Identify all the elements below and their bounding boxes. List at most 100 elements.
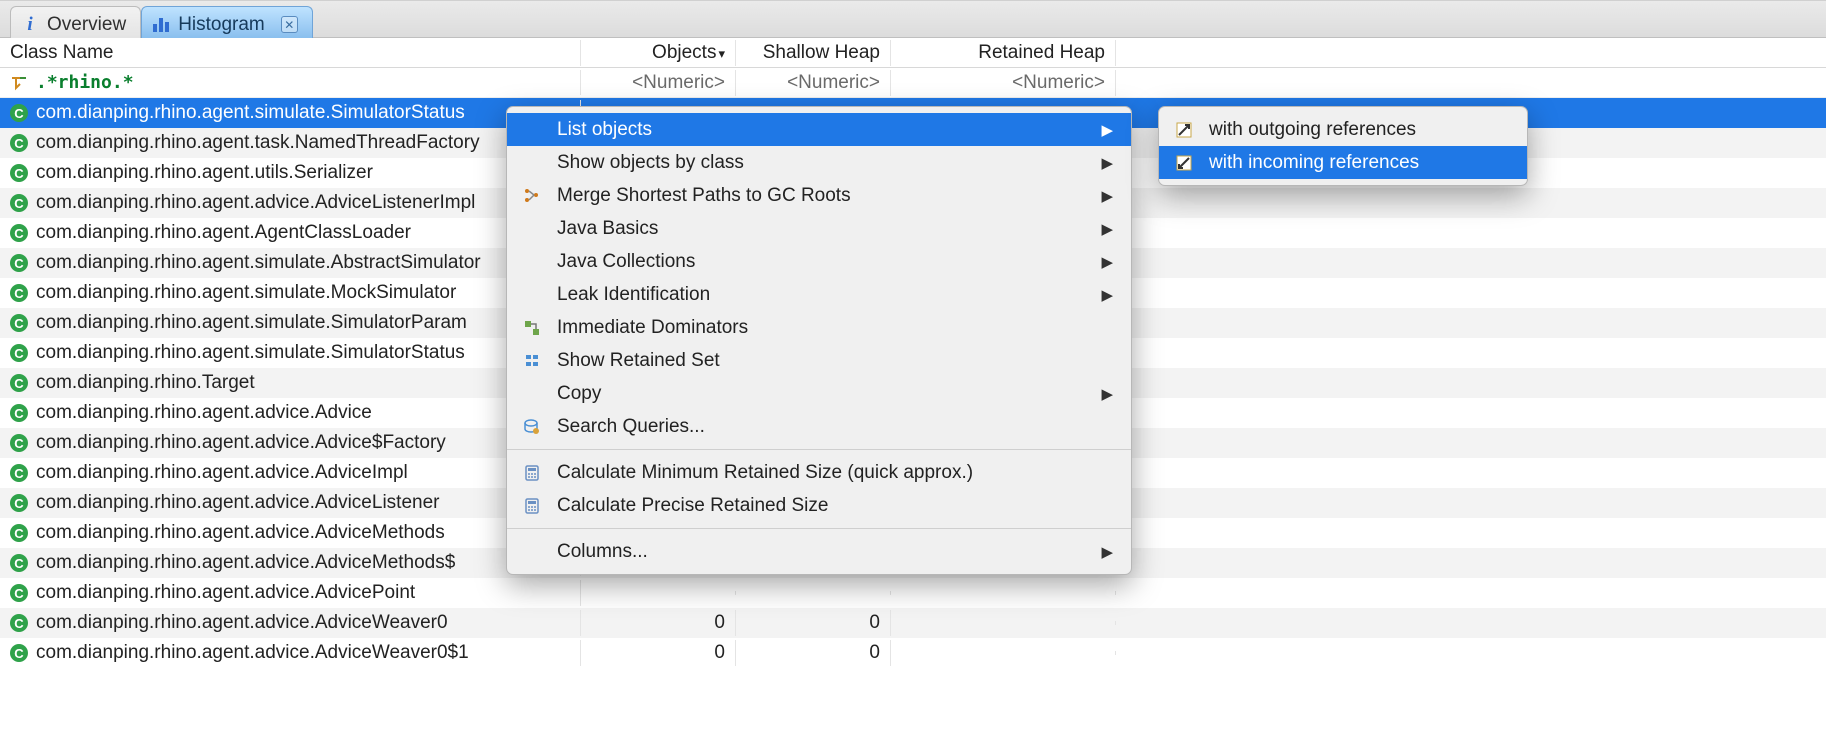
tab-overview[interactable]: i Overview: [10, 6, 141, 38]
menu-separator: [507, 449, 1131, 450]
class-icon: C: [10, 494, 28, 512]
class-name-cell: com.dianping.rhino.agent.advice.AdvicePo…: [36, 582, 415, 604]
filter-row: .*rhino.* <Numeric> <Numeric> <Numeric>: [0, 68, 1826, 98]
filter-retained[interactable]: <Numeric>: [891, 70, 1116, 96]
tab-histogram[interactable]: Histogram ✕: [141, 6, 313, 38]
class-icon: C: [10, 554, 28, 572]
dominator-icon: [521, 319, 543, 337]
submenu-outgoing-references[interactable]: with outgoing references: [1159, 113, 1527, 146]
menu-show-objects-by-class[interactable]: Show objects by class ▶: [507, 146, 1131, 179]
class-icon: C: [10, 644, 28, 662]
table-row[interactable]: Ccom.dianping.rhino.agent.advice.AdviceW…: [0, 638, 1826, 668]
menu-immediate-dominators[interactable]: Immediate Dominators: [507, 311, 1131, 344]
menu-copy[interactable]: Copy ▶: [507, 377, 1131, 410]
submenu-arrow-icon: ▶: [1101, 253, 1113, 271]
submenu-arrow-icon: ▶: [1101, 154, 1113, 172]
submenu-arrow-icon: ▶: [1101, 385, 1113, 403]
class-icon: C: [10, 374, 28, 392]
column-header-retained-heap[interactable]: Retained Heap: [891, 40, 1116, 66]
table-row[interactable]: Ccom.dianping.rhino.agent.advice.AdviceW…: [0, 608, 1826, 638]
objects-cell: 0: [581, 610, 736, 636]
incoming-ref-icon: [1173, 154, 1195, 172]
submenu-arrow-icon: ▶: [1101, 286, 1113, 304]
regex-filter-input[interactable]: .*rhino.*: [36, 72, 134, 93]
submenu-list-objects: with outgoing references with incoming r…: [1158, 106, 1528, 186]
class-name-cell: com.dianping.rhino.agent.simulate.Simula…: [36, 342, 465, 364]
class-name-cell: com.dianping.rhino.agent.advice.AdviceMe…: [36, 552, 455, 574]
tab-bar: i Overview Histogram ✕: [0, 0, 1826, 38]
tab-label: Histogram: [178, 14, 265, 36]
menu-java-collections[interactable]: Java Collections ▶: [507, 245, 1131, 278]
menu-list-objects[interactable]: List objects ▶: [507, 113, 1131, 146]
menu-calc-minimum-retained[interactable]: Calculate Minimum Retained Size (quick a…: [507, 456, 1131, 489]
close-icon[interactable]: ✕: [281, 16, 298, 33]
retained-cell: [891, 591, 1116, 595]
menu-show-retained-set[interactable]: Show Retained Set: [507, 344, 1131, 377]
retained-set-icon: [521, 352, 543, 370]
class-name-cell: com.dianping.rhino.agent.advice.Advice: [36, 402, 372, 424]
class-name-cell: com.dianping.rhino.agent.task.NamedThrea…: [36, 132, 480, 154]
histogram-icon: [152, 16, 170, 34]
class-name-cell: com.dianping.rhino.Target: [36, 372, 255, 394]
calculator-icon: [521, 497, 543, 515]
shallow-cell: 0: [736, 640, 891, 666]
menu-columns[interactable]: Columns... ▶: [507, 535, 1131, 568]
tab-label: Overview: [47, 14, 126, 36]
class-name-cell: com.dianping.rhino.agent.advice.AdviceLi…: [36, 192, 475, 214]
class-name-cell: com.dianping.rhino.agent.simulate.MockSi…: [36, 282, 456, 304]
class-icon: C: [10, 224, 28, 242]
sort-desc-icon: ▾: [718, 46, 725, 61]
class-name-cell: com.dianping.rhino.agent.AgentClassLoade…: [36, 222, 411, 244]
menu-separator: [507, 528, 1131, 529]
class-name-cell: com.dianping.rhino.agent.advice.AdviceMe…: [36, 522, 445, 544]
filter-objects[interactable]: <Numeric>: [581, 70, 736, 96]
menu-java-basics[interactable]: Java Basics ▶: [507, 212, 1131, 245]
objects-cell: 0: [581, 640, 736, 666]
filter-shallow[interactable]: <Numeric>: [736, 70, 891, 96]
class-icon: C: [10, 434, 28, 452]
retained-cell: [891, 651, 1116, 655]
submenu-arrow-icon: ▶: [1101, 121, 1113, 139]
shallow-cell: 0: [736, 610, 891, 636]
class-name-cell: com.dianping.rhino.agent.simulate.Abstra…: [36, 252, 481, 274]
class-icon: C: [10, 344, 28, 362]
table-header: Class Name Objects▾ Shallow Heap Retaine…: [0, 38, 1826, 68]
class-icon: C: [10, 314, 28, 332]
objects-cell: [581, 591, 736, 595]
class-name-cell: com.dianping.rhino.agent.advice.AdviceLi…: [36, 492, 439, 514]
submenu-arrow-icon: ▶: [1101, 187, 1113, 205]
class-name-cell: com.dianping.rhino.agent.advice.Advice$F…: [36, 432, 446, 454]
class-name-cell: com.dianping.rhino.agent.simulate.Simula…: [36, 102, 465, 124]
class-name-cell: com.dianping.rhino.agent.advice.AdviceWe…: [36, 642, 469, 664]
retained-cell: [891, 621, 1116, 625]
query-icon: [521, 418, 543, 436]
tree-icon: [521, 187, 543, 205]
column-header-shallow-heap[interactable]: Shallow Heap: [736, 40, 891, 66]
info-icon: i: [21, 16, 39, 34]
submenu-incoming-references[interactable]: with incoming references: [1159, 146, 1527, 179]
shallow-cell: [736, 591, 891, 595]
outgoing-ref-icon: [1173, 121, 1195, 139]
column-header-class-name[interactable]: Class Name: [0, 40, 581, 66]
menu-search-queries[interactable]: Search Queries...: [507, 410, 1131, 443]
menu-leak-identification[interactable]: Leak Identification ▶: [507, 278, 1131, 311]
class-icon: C: [10, 524, 28, 542]
context-menu: List objects ▶ Show objects by class ▶ M…: [506, 106, 1132, 575]
class-icon: C: [10, 134, 28, 152]
class-icon: C: [10, 614, 28, 632]
class-name-cell: com.dianping.rhino.agent.utils.Serialize…: [36, 162, 373, 184]
calculator-icon: [521, 464, 543, 482]
submenu-arrow-icon: ▶: [1101, 220, 1113, 238]
regex-filter-icon: [10, 74, 28, 92]
menu-calc-precise-retained[interactable]: Calculate Precise Retained Size: [507, 489, 1131, 522]
class-icon: C: [10, 254, 28, 272]
submenu-arrow-icon: ▶: [1101, 543, 1113, 561]
column-header-objects[interactable]: Objects▾: [581, 40, 736, 66]
class-icon: C: [10, 464, 28, 482]
table-row[interactable]: Ccom.dianping.rhino.agent.advice.AdviceP…: [0, 578, 1826, 608]
class-name-cell: com.dianping.rhino.agent.advice.AdviceWe…: [36, 612, 448, 634]
class-name-cell: com.dianping.rhino.agent.simulate.Simula…: [36, 312, 467, 334]
class-name-cell: com.dianping.rhino.agent.advice.AdviceIm…: [36, 462, 408, 484]
menu-merge-shortest-paths[interactable]: Merge Shortest Paths to GC Roots ▶: [507, 179, 1131, 212]
class-icon: C: [10, 104, 28, 122]
